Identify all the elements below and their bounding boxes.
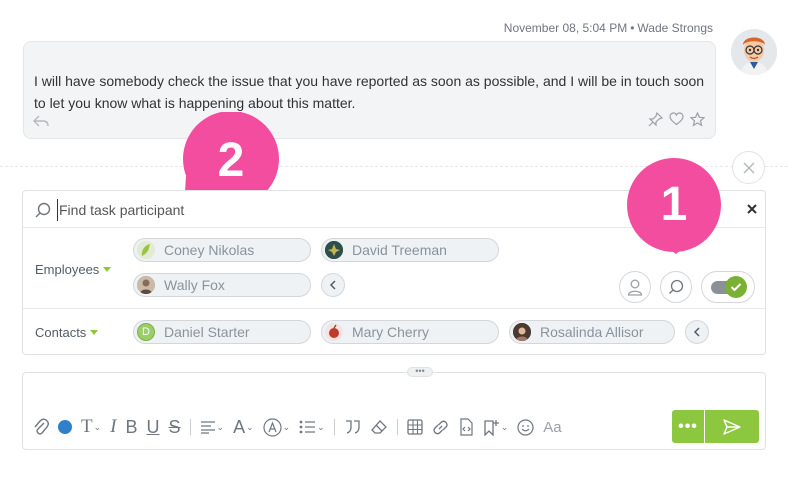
close-icon xyxy=(747,204,757,214)
author-avatar[interactable] xyxy=(731,29,777,75)
link-icon[interactable] xyxy=(432,415,449,439)
callout-1-number: 1 xyxy=(660,177,688,231)
font-style-button[interactable]: T ⌄ xyxy=(81,415,101,439)
message-text: I will have somebody check the issue tha… xyxy=(34,73,705,111)
smiley-icon[interactable] xyxy=(517,415,534,439)
toolbar-separator xyxy=(396,419,398,435)
underline-icon[interactable]: U xyxy=(147,415,160,439)
contacts-label: Contacts xyxy=(35,325,87,340)
chevron-left-icon xyxy=(329,280,336,290)
comment-editor[interactable]: T ⌄ I B U S ⌄ A ⌄ ⌄ ⌄ ⌄ Aa ••• xyxy=(22,372,766,450)
color-dot-icon xyxy=(58,420,72,434)
participant-name: Daniel Starter xyxy=(164,324,250,340)
avatar xyxy=(325,241,343,259)
bold-icon[interactable]: B xyxy=(125,415,137,439)
participant-name: Rosalinda Allisor xyxy=(540,324,644,340)
pin-icon[interactable] xyxy=(648,111,664,132)
avatar: D xyxy=(137,323,155,341)
avatar xyxy=(325,323,343,341)
participant-chip[interactable]: Coney Nikolas xyxy=(133,238,311,262)
text-color-button[interactable] xyxy=(58,415,72,439)
contacts-group-toggle[interactable]: Contacts xyxy=(35,325,99,340)
font-size-toggle[interactable]: Aa xyxy=(543,415,561,439)
participant-name: David Treeman xyxy=(352,242,447,258)
star-icon[interactable] xyxy=(689,111,706,132)
callout-2-number: 2 xyxy=(217,133,245,187)
message-date: November 08, 5:04 PM xyxy=(503,21,628,35)
chevron-down-icon xyxy=(103,267,112,272)
quote-icon[interactable] xyxy=(344,415,361,439)
group-divider xyxy=(23,308,765,309)
collapse-contacts-button[interactable] xyxy=(685,320,709,344)
participant-name: Coney Nikolas xyxy=(164,242,255,258)
participant-chip[interactable]: D Daniel Starter xyxy=(133,320,311,344)
message-bubble: I will have somebody check the issue tha… xyxy=(23,41,716,139)
highlight-icon[interactable]: ⌄ xyxy=(263,415,290,439)
chevron-down-icon xyxy=(90,330,99,335)
strikethrough-icon[interactable]: S xyxy=(169,415,181,439)
paperclip-icon[interactable] xyxy=(33,415,49,439)
participant-chip[interactable]: Wally Fox xyxy=(133,273,311,297)
message-meta: November 08, 5:04 PM • Wade Strongs xyxy=(504,21,713,35)
message-author[interactable]: Wade Strongs xyxy=(637,21,713,35)
toolbar-separator xyxy=(189,419,191,435)
bookmark-add-icon[interactable]: ⌄ xyxy=(483,415,508,439)
meta-separator: • xyxy=(630,21,635,35)
search-participants-button[interactable] xyxy=(660,271,692,303)
heart-icon[interactable] xyxy=(669,112,684,132)
editor-toolbar: T ⌄ I B U S ⌄ A ⌄ ⌄ ⌄ ⌄ Aa xyxy=(33,415,571,439)
resize-handle[interactable]: ••• xyxy=(407,367,433,377)
employees-group-toggle[interactable]: Employees xyxy=(35,262,112,277)
more-options-button[interactable]: ••• xyxy=(672,410,704,443)
toolbar-separator xyxy=(333,419,335,435)
avatar xyxy=(137,241,155,259)
reply-icon[interactable] xyxy=(33,114,49,132)
list-icon[interactable]: ⌄ xyxy=(299,415,325,439)
send-button[interactable] xyxy=(705,410,759,443)
participant-chip[interactable]: Mary Cherry xyxy=(321,320,499,344)
close-icon xyxy=(742,161,755,174)
search-icon xyxy=(669,279,684,294)
clear-search-button[interactable] xyxy=(747,201,757,217)
check-icon xyxy=(725,276,747,298)
send-icon xyxy=(723,418,741,435)
eraser-icon[interactable] xyxy=(370,415,388,439)
chevron-left-icon xyxy=(693,327,700,337)
message-actions xyxy=(648,111,706,132)
participant-name: Wally Fox xyxy=(164,277,225,293)
participant-chip[interactable]: Rosalinda Allisor xyxy=(509,320,675,344)
collapse-employees-button[interactable] xyxy=(321,273,345,297)
participant-search-input[interactable] xyxy=(57,199,657,221)
table-icon[interactable] xyxy=(407,415,423,439)
user-icon xyxy=(627,279,643,296)
italic-icon[interactable]: I xyxy=(110,415,116,439)
participant-chip[interactable]: David Treeman xyxy=(321,238,499,262)
search-icon xyxy=(35,202,51,223)
close-panel-button[interactable] xyxy=(732,151,765,184)
align-icon[interactable]: ⌄ xyxy=(200,415,224,439)
select-user-button[interactable] xyxy=(619,271,651,303)
participant-name: Mary Cherry xyxy=(352,324,430,340)
code-icon[interactable] xyxy=(458,415,474,439)
participant-toggle[interactable] xyxy=(701,271,755,303)
font-size-icon[interactable]: A ⌄ xyxy=(233,415,254,439)
avatar xyxy=(137,276,155,294)
avatar xyxy=(513,323,531,341)
employees-label: Employees xyxy=(35,262,100,277)
